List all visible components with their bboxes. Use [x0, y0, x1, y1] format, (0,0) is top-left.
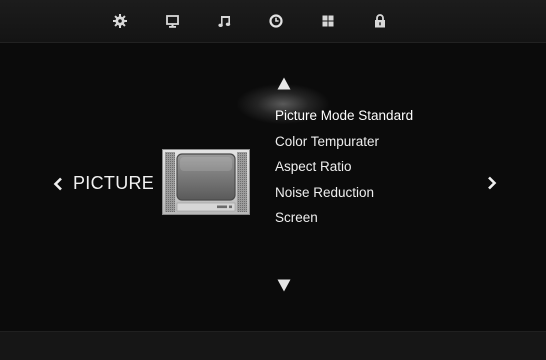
- next-section-button[interactable]: [486, 176, 498, 190]
- clock-icon[interactable]: [268, 13, 284, 29]
- chevron-left-icon: [52, 177, 64, 191]
- lock-icon[interactable]: [372, 13, 388, 29]
- music-note-icon[interactable]: [216, 13, 232, 29]
- menu-item-noise-reduction[interactable]: Noise Reduction: [275, 183, 413, 209]
- menu-item-screen[interactable]: Screen: [275, 208, 413, 234]
- picture-settings-menu: Picture Mode Standard Color Tempurater A…: [275, 106, 413, 234]
- menu-item-aspect-ratio[interactable]: Aspect Ratio: [275, 157, 413, 183]
- top-icon-bar: [0, 0, 546, 43]
- previous-section-button[interactable]: PICTURE: [52, 173, 154, 194]
- section-title: PICTURE: [73, 173, 155, 193]
- tv-illustration-icon: [162, 149, 250, 215]
- scroll-down-arrow-icon[interactable]: [277, 279, 291, 292]
- settings-gear-icon[interactable]: [112, 13, 128, 29]
- bottom-bar: [0, 331, 546, 360]
- tv-menu-screen: PICTURE Picture Mode Standard Color Temp…: [0, 0, 546, 360]
- menu-item-color-temperature[interactable]: Color Tempurater: [275, 132, 413, 158]
- grid-icon[interactable]: [320, 13, 336, 29]
- monitor-icon[interactable]: [164, 13, 180, 29]
- menu-item-picture-mode[interactable]: Picture Mode Standard: [275, 106, 413, 132]
- scroll-up-arrow-icon[interactable]: [277, 77, 291, 90]
- chevron-right-icon: [486, 176, 498, 190]
